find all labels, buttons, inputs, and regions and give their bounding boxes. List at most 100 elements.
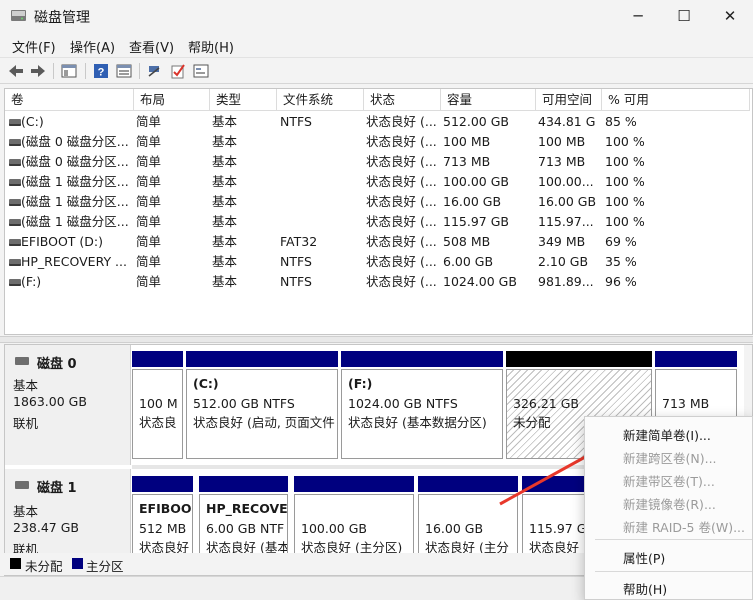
- menu-properties[interactable]: 属性(P): [623, 548, 665, 567]
- partition-c[interactable]: (C:) 512.00 GB NTFS 状态良好 (启动, 页面文件: [186, 351, 338, 459]
- table-row[interactable]: (磁盘 1 磁盘分区... 简单 基本 状态良好 (... 100.00 GB 100.0…: [5, 172, 750, 192]
- forward-icon[interactable]: [29, 62, 47, 80]
- partition-label: [662, 374, 736, 394]
- partition-label: HP_RECOVE: [206, 501, 288, 516]
- table-cell: 100 %: [605, 174, 645, 189]
- table-cell: 基本: [212, 194, 238, 209]
- disk-type: 基本: [13, 504, 39, 519]
- table-cell: 基本: [212, 214, 238, 229]
- table-cell: 状态良好 (...: [366, 254, 436, 269]
- menu-new-spanned-volume[interactable]: 新建跨区卷(N)...: [623, 448, 717, 467]
- close-button[interactable]: ✕: [707, 0, 753, 32]
- menu-new-mirrored-volume[interactable]: 新建镜像卷(R)...: [623, 494, 716, 513]
- col-header-type[interactable]: 类型: [210, 89, 277, 111]
- table-cell: 基本: [212, 234, 238, 249]
- partition-label: EFIBOO: [139, 501, 192, 516]
- table-cell: 基本: [212, 134, 238, 149]
- check-icon[interactable]: [169, 62, 187, 80]
- table-cell: 状态良好 (...: [366, 214, 436, 229]
- volume-icon: [9, 239, 21, 246]
- back-icon[interactable]: [7, 62, 25, 80]
- connect-icon[interactable]: [146, 62, 164, 80]
- table-cell: 434.81 GB: [538, 114, 596, 129]
- minimize-button[interactable]: ─: [615, 0, 661, 32]
- disk-icon: [15, 357, 29, 365]
- disk-type: 基本: [13, 378, 39, 393]
- menu-help-item[interactable]: 帮助(H): [623, 579, 667, 598]
- partition-size: 100.00 GB: [301, 520, 367, 536]
- toolbar: ?: [0, 57, 753, 84]
- table-cell: 512.00 GB: [443, 114, 509, 129]
- menu-new-raid5-volume[interactable]: 新建 RAID-5 卷(W)...: [623, 517, 745, 536]
- col-header-capacity[interactable]: 容量: [441, 89, 536, 111]
- disk-0-info[interactable]: 磁盘 0 基本 1863.00 GB 联机: [5, 345, 131, 465]
- table-cell: 简单: [136, 174, 162, 189]
- table-cell: 简单: [136, 214, 162, 229]
- table-cell: 115.97 GB: [443, 214, 509, 229]
- table-cell: 6.00 GB: [443, 254, 494, 269]
- table-row[interactable]: HP_RECOVERY ... 简单 基本 NTFS 状态良好 (... 6.00 GB 2…: [5, 252, 750, 272]
- table-row[interactable]: EFIBOOT (D:) 简单 基本 FAT32 状态良好 (... 508 MB 349 …: [5, 232, 750, 252]
- partition-label: (C:): [193, 376, 219, 391]
- settings-icon[interactable]: [192, 62, 210, 80]
- table-row[interactable]: (磁盘 0 磁盘分区... 简单 基本 状态良好 (... 713 MB 713 MB 10…: [5, 152, 750, 172]
- table-cell: (磁盘 1 磁盘分区...: [21, 174, 129, 189]
- volume-icon: [9, 139, 21, 146]
- table-cell: 状态良好 (...: [366, 114, 436, 129]
- table-cell: (F:): [21, 274, 42, 289]
- table-cell: 简单: [136, 254, 162, 269]
- table-cell: (磁盘 1 磁盘分区...: [21, 194, 129, 209]
- table-cell: (磁盘 1 磁盘分区...: [21, 214, 129, 229]
- table-cell: [280, 132, 360, 152]
- table-cell: [280, 192, 360, 212]
- menu-action[interactable]: 操作(A): [70, 37, 115, 56]
- col-header-status[interactable]: 状态: [364, 89, 441, 111]
- legend-unallocated-swatch: [10, 558, 21, 569]
- table-row[interactable]: (磁盘 1 磁盘分区... 简单 基本 状态良好 (... 16.00 GB 16.00 …: [5, 192, 750, 212]
- maximize-button[interactable]: ☐: [661, 0, 707, 32]
- volume-list: 卷 布局 类型 文件系统 状态 容量 可用空间 % 可用 (C:) 简单 基本 NTF…: [4, 88, 753, 335]
- svg-text:?: ?: [98, 67, 105, 79]
- col-header-layout[interactable]: 布局: [134, 89, 210, 111]
- table-cell: 简单: [136, 274, 162, 289]
- menu-new-simple-volume[interactable]: 新建简单卷(I)...: [623, 425, 711, 444]
- table-cell: 713 MB: [538, 154, 586, 169]
- table-cell: (磁盘 0 磁盘分区...: [21, 154, 129, 169]
- col-header-filesystem[interactable]: 文件系统: [277, 89, 364, 111]
- table-row[interactable]: (F:) 简单 基本 NTFS 状态良好 (... 1024.00 GB 981.89...…: [5, 272, 750, 292]
- menu-help[interactable]: 帮助(H): [188, 37, 234, 56]
- table-cell: 简单: [136, 134, 162, 149]
- disk-size: 1863.00 GB: [13, 394, 87, 409]
- disk-icon: [15, 481, 29, 489]
- partition-size: 1024.00 GB NTFS: [348, 395, 458, 411]
- table-row[interactable]: (C:) 简单 基本 NTFS 状态良好 (... 512.00 GB 434.81 GB 8…: [5, 112, 750, 132]
- table-row[interactable]: (磁盘 0 磁盘分区... 简单 基本 状态良好 (... 100 MB 100 MB 10…: [5, 132, 750, 152]
- menu-file[interactable]: 文件(F): [12, 37, 56, 56]
- menu-new-striped-volume[interactable]: 新建带区卷(T)...: [623, 471, 715, 490]
- partition[interactable]: 100 M 状态良: [132, 351, 183, 459]
- menu-view[interactable]: 查看(V): [129, 37, 174, 56]
- col-header-volume[interactable]: 卷: [5, 89, 134, 111]
- partition-size: 713 MB: [662, 395, 710, 411]
- col-header-percent-free[interactable]: % 可用: [602, 89, 750, 111]
- partition-status: 状态良: [139, 415, 177, 430]
- table-cell: (磁盘 0 磁盘分区...: [21, 134, 129, 149]
- window-title: 磁盘管理: [34, 10, 90, 26]
- legend-primary-swatch: [72, 558, 83, 569]
- context-menu: 新建简单卷(I)... 新建跨区卷(N)... 新建带区卷(T)... 新建镜像…: [584, 416, 753, 600]
- table-cell: 100 %: [605, 134, 645, 149]
- table-cell: [280, 172, 360, 192]
- partition-f[interactable]: (F:) 1024.00 GB NTFS 状态良好 (基本数据分区): [341, 351, 503, 459]
- pane-splitter[interactable]: [0, 336, 753, 343]
- partition-size: 6.00 GB NTF: [206, 520, 285, 536]
- help-icon[interactable]: ?: [92, 62, 110, 80]
- volume-icon: [9, 279, 21, 286]
- table-cell: 85 %: [605, 114, 637, 129]
- col-header-free-space[interactable]: 可用空间: [536, 89, 602, 111]
- properties-icon[interactable]: [115, 62, 133, 80]
- table-cell: [280, 212, 360, 232]
- console-tree-icon[interactable]: [60, 62, 78, 80]
- table-cell: 100.00...: [538, 174, 594, 189]
- table-row[interactable]: (磁盘 1 磁盘分区... 简单 基本 状态良好 (... 115.97 GB 115.9…: [5, 212, 750, 232]
- table-cell: 100 %: [605, 194, 645, 209]
